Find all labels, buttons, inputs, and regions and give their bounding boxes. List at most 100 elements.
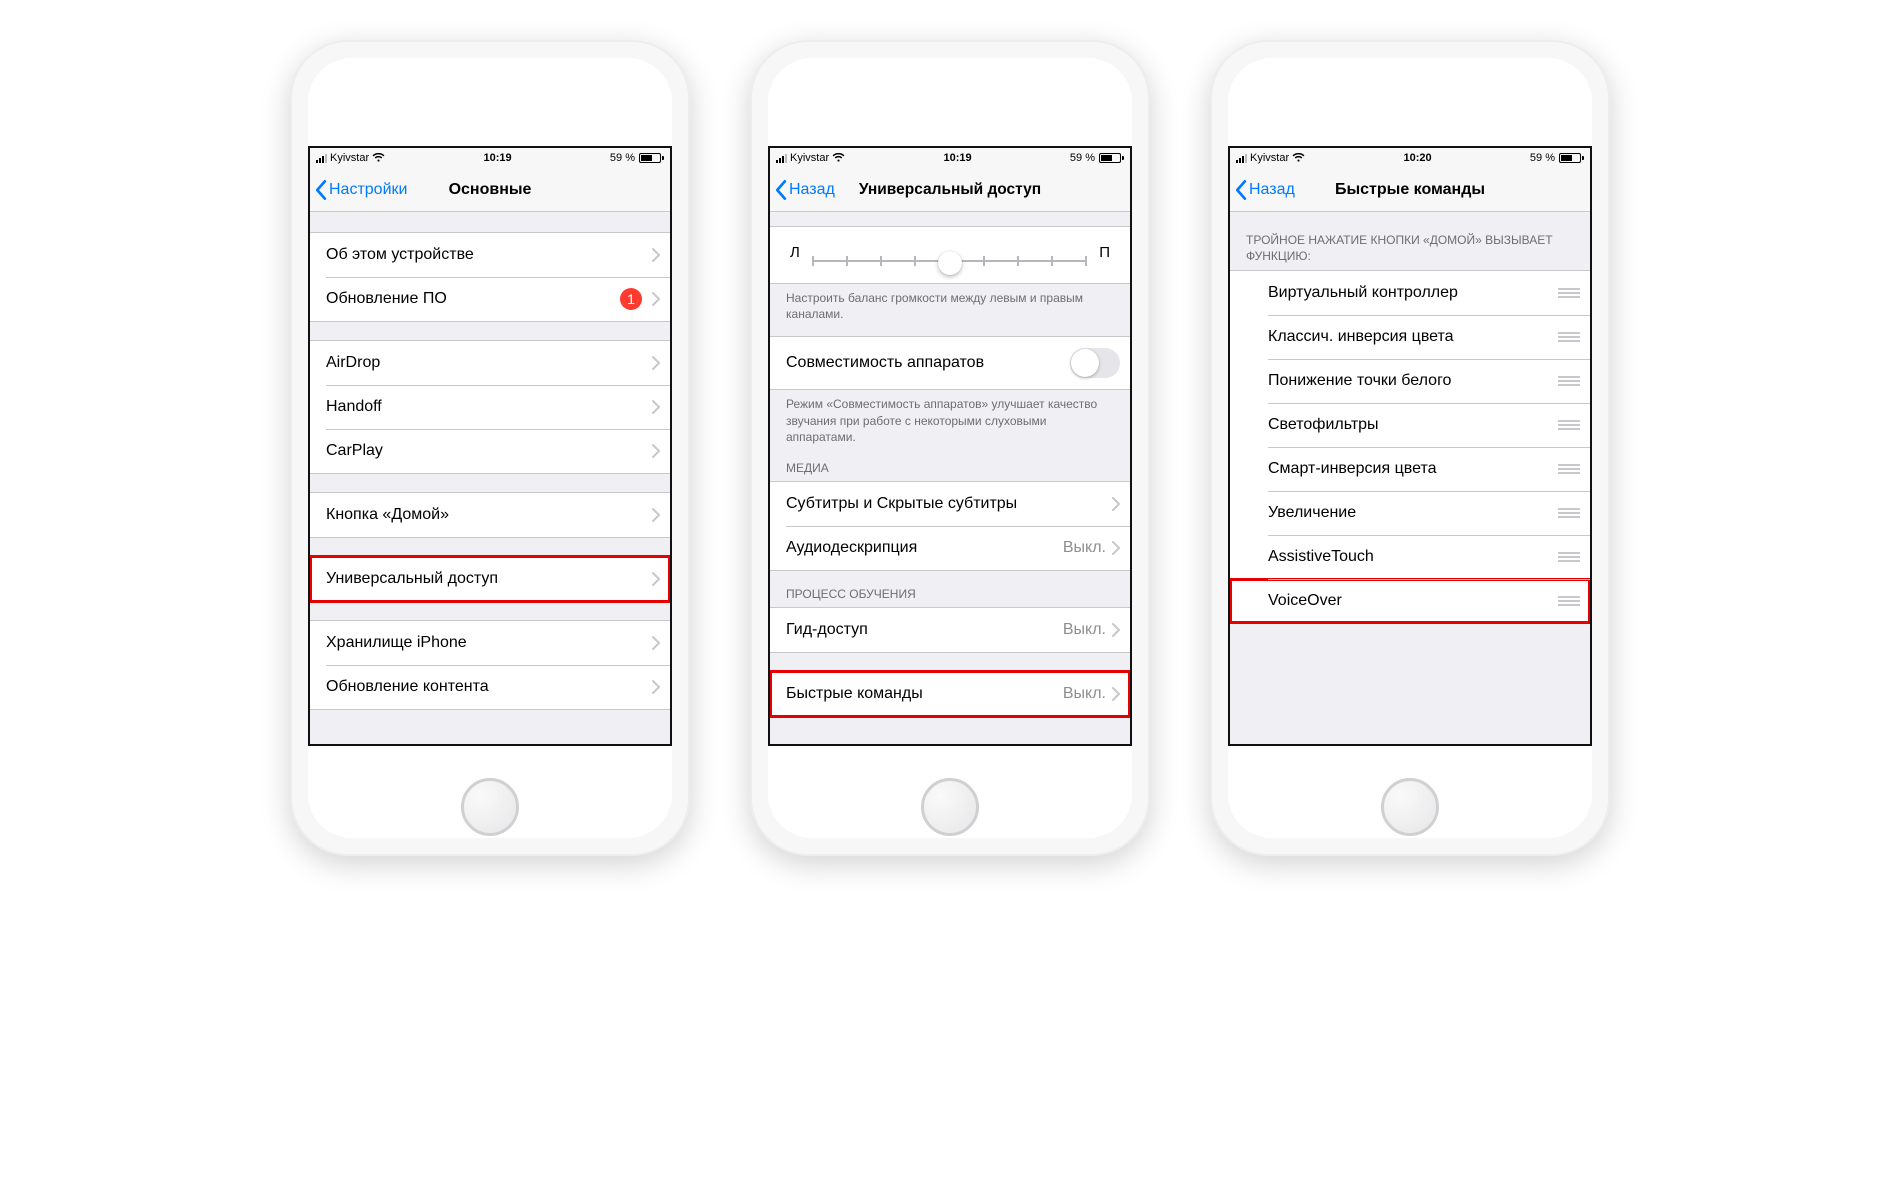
balance-left-label: Л <box>790 244 800 261</box>
cell-accessibility[interactable]: Универсальный доступ <box>310 557 670 601</box>
cell-home-button[interactable]: Кнопка «Домой» <box>310 493 670 537</box>
drag-handle-icon[interactable] <box>1558 464 1580 474</box>
cell-guided-access[interactable]: Гид-доступ Выкл. <box>770 608 1130 652</box>
cell-label: Гид-доступ <box>786 621 1063 639</box>
balance-slider[interactable] <box>812 237 1087 267</box>
screen-general: Kyivstar 10:19 59 % Настрой <box>308 146 672 746</box>
status-time: 10:19 <box>483 152 511 164</box>
cell-label: Обновление ПО <box>326 290 620 308</box>
chevron-right-icon <box>652 508 660 522</box>
cell-value: Выкл. <box>1063 539 1106 557</box>
cell-label: Аудиодескрипция <box>786 539 1063 557</box>
status-bar: Kyivstar 10:19 59 % <box>310 148 670 168</box>
battery-pct: 59 % <box>1530 152 1555 164</box>
chevron-right-icon <box>652 680 660 694</box>
screen-shortcut: Kyivstar 10:20 59 % Назад <box>1228 146 1592 746</box>
nav-title: Универсальный доступ <box>859 181 1041 199</box>
shortcut-item[interactable]: VoiceOver <box>1230 579 1590 623</box>
cell-label: AirDrop <box>326 354 652 372</box>
wifi-icon <box>1292 153 1305 163</box>
chevron-right-icon <box>652 636 660 650</box>
cell-hearing-compat[interactable]: Совместимость аппаратов <box>770 337 1130 389</box>
chevron-right-icon <box>652 356 660 370</box>
carrier-label: Kyivstar <box>330 152 369 164</box>
cell-label: Быстрые команды <box>786 685 1063 703</box>
section-header-media: МЕДИА <box>770 445 1130 481</box>
battery-icon <box>639 153 664 163</box>
cell-label: Светофильтры <box>1268 416 1558 434</box>
shortcut-list: Виртуальный контроллер Классич. инверсия … <box>1230 270 1590 624</box>
chevron-right-icon <box>652 400 660 414</box>
cell-signal-icon <box>1236 154 1247 163</box>
shortcut-item[interactable]: Смарт-инверсия цвета <box>1230 447 1590 491</box>
status-bar: Kyivstar 10:19 59 % <box>770 148 1130 168</box>
drag-handle-icon[interactable] <box>1558 420 1580 430</box>
switch-off[interactable] <box>1070 348 1120 378</box>
cell-subtitles[interactable]: Субтитры и Скрытые субтитры <box>770 482 1130 526</box>
home-button[interactable] <box>461 778 519 836</box>
cell-storage[interactable]: Хранилище iPhone <box>310 621 670 665</box>
cell-label: Совместимость аппаратов <box>786 354 1070 372</box>
shortcut-item[interactable]: Виртуальный контроллер <box>1230 271 1590 315</box>
cell-value: Выкл. <box>1063 621 1106 639</box>
shortcut-item[interactable]: Понижение точки белого <box>1230 359 1590 403</box>
cell-label: Хранилище iPhone <box>326 634 652 652</box>
cell-accessibility-shortcut[interactable]: Быстрые команды Выкл. <box>770 672 1130 716</box>
settings-content[interactable]: ТРОЙНОЕ НАЖАТИЕ КНОПКИ «ДОМОЙ» ВЫЗЫВАЕТ … <box>1230 212 1590 744</box>
drag-handle-icon[interactable] <box>1558 508 1580 518</box>
cell-handoff[interactable]: Handoff <box>310 385 670 429</box>
battery-icon <box>1099 153 1124 163</box>
cell-signal-icon <box>776 154 787 163</box>
cell-label: AssistiveTouch <box>1268 548 1558 566</box>
cell-audio-description[interactable]: Аудиодескрипция Выкл. <box>770 526 1130 570</box>
shortcut-item[interactable]: Светофильтры <box>1230 403 1590 447</box>
settings-content[interactable]: Л П Настроить баланс громкости между лев… <box>770 212 1130 744</box>
section-header-learning: ПРОЦЕСС ОБУЧЕНИЯ <box>770 571 1130 607</box>
cell-value: Выкл. <box>1063 685 1106 703</box>
shortcut-item[interactable]: Классич. инверсия цвета <box>1230 315 1590 359</box>
nav-back-label: Назад <box>789 181 835 199</box>
status-bar: Kyivstar 10:20 59 % <box>1230 148 1590 168</box>
slider-thumb[interactable] <box>938 251 962 275</box>
cell-label: Универсальный доступ <box>326 570 652 588</box>
cell-carplay[interactable]: CarPlay <box>310 429 670 473</box>
nav-back-button[interactable]: Назад <box>1230 179 1295 201</box>
cell-label: Handoff <box>326 398 652 416</box>
shortcut-item[interactable]: AssistiveTouch <box>1230 535 1590 579</box>
home-button[interactable] <box>921 778 979 836</box>
cell-label: Классич. инверсия цвета <box>1268 328 1558 346</box>
cell-background-refresh[interactable]: Обновление контента <box>310 665 670 709</box>
cell-label: Кнопка «Домой» <box>326 506 652 524</box>
update-badge: 1 <box>620 288 642 310</box>
drag-handle-icon[interactable] <box>1558 332 1580 342</box>
nav-back-button[interactable]: Настройки <box>310 179 407 201</box>
battery-icon <box>1559 153 1584 163</box>
chevron-right-icon <box>652 248 660 262</box>
iphone-device-3: Kyivstar 10:20 59 % Назад <box>1210 40 1610 856</box>
shortcut-item[interactable]: Увеличение <box>1230 491 1590 535</box>
compat-footer: Режим «Совместимость аппаратов» улучшает… <box>770 390 1130 445</box>
settings-content[interactable]: Об этом устройстве Обновление ПО 1 <box>310 212 670 744</box>
carrier-label: Kyivstar <box>1250 152 1289 164</box>
cell-software-update[interactable]: Обновление ПО 1 <box>310 277 670 321</box>
status-time: 10:19 <box>943 152 971 164</box>
nav-bar: Назад Универсальный доступ <box>770 168 1130 212</box>
cell-airdrop[interactable]: AirDrop <box>310 341 670 385</box>
drag-handle-icon[interactable] <box>1558 596 1580 606</box>
drag-handle-icon[interactable] <box>1558 552 1580 562</box>
drag-handle-icon[interactable] <box>1558 288 1580 298</box>
drag-handle-icon[interactable] <box>1558 376 1580 386</box>
balance-footer: Настроить баланс громкости между левым и… <box>770 284 1130 322</box>
chevron-left-icon <box>314 179 327 201</box>
nav-back-button[interactable]: Назад <box>770 179 835 201</box>
chevron-right-icon <box>1112 687 1120 701</box>
nav-title: Быстрые команды <box>1335 181 1485 199</box>
home-button[interactable] <box>1381 778 1439 836</box>
nav-back-label: Настройки <box>329 181 407 199</box>
cell-label: Обновление контента <box>326 678 652 696</box>
cell-about[interactable]: Об этом устройстве <box>310 233 670 277</box>
chevron-right-icon <box>1112 623 1120 637</box>
section-header-triple-click: ТРОЙНОЕ НАЖАТИЕ КНОПКИ «ДОМОЙ» ВЫЗЫВАЕТ … <box>1230 212 1590 270</box>
carrier-label: Kyivstar <box>790 152 829 164</box>
wifi-icon <box>372 153 385 163</box>
